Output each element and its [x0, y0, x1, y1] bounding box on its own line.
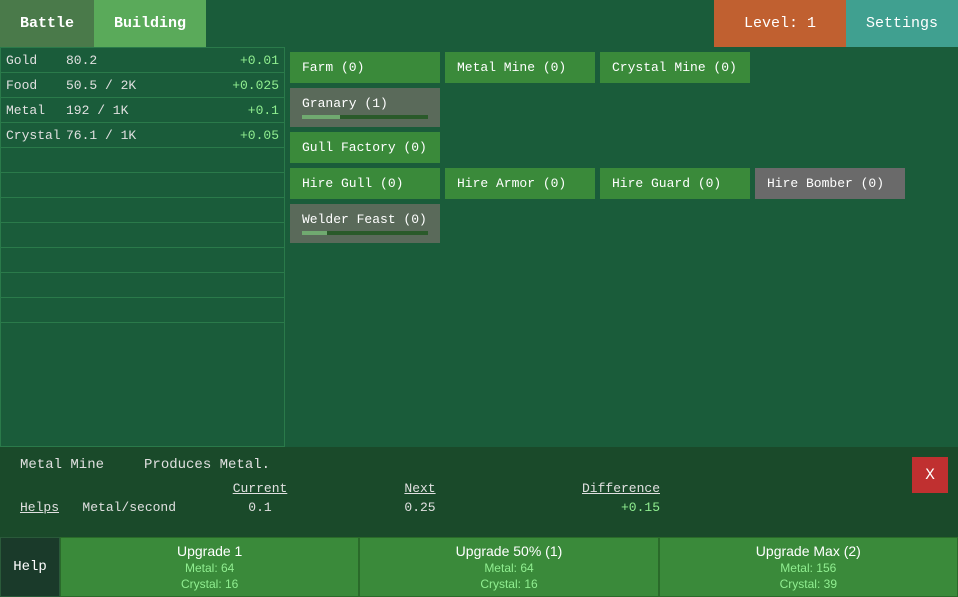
resource-empty-3	[1, 198, 284, 223]
granary-bar	[302, 115, 428, 119]
info-panel: X Metal Mine Produces Metal. Current Nex…	[0, 447, 958, 537]
stat-current: 0.1	[180, 500, 340, 515]
help-label: Help	[13, 559, 47, 575]
upgrade-50-label: Upgrade 50% (1)	[456, 543, 563, 559]
building-row-3: Gull Factory (0)	[290, 132, 953, 163]
hire-guard-label: Hire Guard (0)	[612, 176, 721, 191]
welder-feast-bar-fill	[302, 231, 327, 235]
resource-name-gold: Gold	[6, 53, 66, 68]
upgrade-max-cost-crystal: Crystal: 39	[780, 577, 837, 591]
info-title: Metal Mine	[20, 457, 104, 473]
resource-value-food: 50.5 / 2K	[66, 78, 219, 93]
tab-building[interactable]: Building	[94, 0, 206, 47]
upgrade-1-label: Upgrade 1	[177, 543, 242, 559]
building-row-5: Welder Feast (0)	[290, 204, 953, 243]
upgrade-1-cost-metal: Metal: 64	[185, 561, 234, 575]
upgrade-50-cost-crystal: Crystal: 16	[480, 577, 537, 591]
header: Battle Building Level: 1 Settings	[0, 0, 958, 47]
resource-empty-5	[1, 248, 284, 273]
welder-feast-button[interactable]: Welder Feast (0)	[290, 204, 440, 243]
stat-next: 0.25	[340, 500, 500, 515]
info-stats-row: Helps Metal/second 0.1 0.25 +0.15	[20, 500, 938, 515]
level-label: Level: 1	[744, 15, 816, 32]
metal-mine-label: Metal Mine (0)	[457, 60, 566, 75]
resource-value-metal: 192 / 1K	[66, 103, 219, 118]
col-helps-header	[20, 481, 180, 496]
crystal-mine-button[interactable]: Crystal Mine (0)	[600, 52, 750, 83]
settings-label: Settings	[866, 15, 938, 32]
stat-name: Metal/second	[82, 500, 176, 515]
resource-row-food: Food 50.5 / 2K +0.025	[1, 73, 284, 98]
upgrade-50-cost-metal: Metal: 64	[484, 561, 533, 575]
hire-gull-button[interactable]: Hire Gull (0)	[290, 168, 440, 199]
farm-button[interactable]: Farm (0)	[290, 52, 440, 83]
building-row-1: Farm (0) Metal Mine (0) Crystal Mine (0)	[290, 52, 953, 83]
upgrade-bar: Help Upgrade 1 Metal: 64 Crystal: 16 Upg…	[0, 537, 958, 597]
resource-row-gold: Gold 80.2 +0.01	[1, 48, 284, 73]
col-next-header: Next	[340, 481, 500, 496]
tab-battle[interactable]: Battle	[0, 0, 94, 47]
hire-armor-label: Hire Armor (0)	[457, 176, 566, 191]
info-helps: Helps Metal/second	[20, 500, 180, 515]
level-badge: Level: 1	[714, 0, 846, 47]
col-diff-header: Difference	[500, 481, 660, 496]
settings-button[interactable]: Settings	[846, 0, 958, 47]
granary-button[interactable]: Granary (1)	[290, 88, 440, 127]
hire-bomber-button[interactable]: Hire Bomber (0)	[755, 168, 905, 199]
close-info-button[interactable]: X	[912, 457, 948, 493]
gull-factory-label: Gull Factory (0)	[302, 140, 427, 155]
resource-name-food: Food	[6, 78, 66, 93]
resources-panel: Gold 80.2 +0.01 Food 50.5 / 2K +0.025 Me…	[0, 47, 285, 447]
stat-diff: +0.15	[500, 500, 660, 515]
tab-building-label: Building	[114, 15, 186, 32]
granary-label: Granary (1)	[302, 96, 428, 111]
info-stats-header: Current Next Difference	[20, 481, 938, 496]
resource-empty-2	[1, 173, 284, 198]
resource-empty-6	[1, 273, 284, 298]
hire-gull-label: Hire Gull (0)	[302, 176, 403, 191]
granary-bar-fill	[302, 115, 340, 119]
upgrade-50-button[interactable]: Upgrade 50% (1) Metal: 64 Crystal: 16	[359, 537, 658, 597]
hire-armor-button[interactable]: Hire Armor (0)	[445, 168, 595, 199]
upgrade-1-cost-crystal: Crystal: 16	[181, 577, 238, 591]
resource-rate-gold: +0.01	[219, 53, 279, 68]
resource-name-crystal: Crystal	[6, 128, 66, 143]
resource-value-gold: 80.2	[66, 53, 219, 68]
metal-mine-button[interactable]: Metal Mine (0)	[445, 52, 595, 83]
helps-link[interactable]: Helps	[20, 500, 59, 515]
resource-empty-7	[1, 298, 284, 323]
upgrade-max-button[interactable]: Upgrade Max (2) Metal: 156 Crystal: 39	[659, 537, 958, 597]
help-button[interactable]: Help	[0, 537, 60, 597]
col-current-header: Current	[180, 481, 340, 496]
farm-label: Farm (0)	[302, 60, 364, 75]
upgrade-max-cost-metal: Metal: 156	[780, 561, 836, 575]
resource-rate-crystal: +0.05	[219, 128, 279, 143]
resource-value-crystal: 76.1 / 1K	[66, 128, 219, 143]
resource-empty-1	[1, 148, 284, 173]
crystal-mine-label: Crystal Mine (0)	[612, 60, 737, 75]
building-row-2: Granary (1)	[290, 88, 953, 127]
buildings-panel: Farm (0) Metal Mine (0) Crystal Mine (0)…	[285, 47, 958, 447]
welder-feast-bar	[302, 231, 428, 235]
resource-rate-food: +0.025	[219, 78, 279, 93]
hire-bomber-label: Hire Bomber (0)	[767, 176, 884, 191]
tab-battle-label: Battle	[20, 15, 74, 32]
resource-rate-metal: +0.1	[219, 103, 279, 118]
upgrade-max-label: Upgrade Max (2)	[756, 543, 861, 559]
info-title-row: Metal Mine Produces Metal.	[20, 457, 938, 473]
resource-empty-4	[1, 223, 284, 248]
gull-factory-button[interactable]: Gull Factory (0)	[290, 132, 440, 163]
main-area: Gold 80.2 +0.01 Food 50.5 / 2K +0.025 Me…	[0, 47, 958, 447]
welder-feast-label: Welder Feast (0)	[302, 212, 428, 227]
building-row-4: Hire Gull (0) Hire Armor (0) Hire Guard …	[290, 168, 953, 199]
resource-name-metal: Metal	[6, 103, 66, 118]
resource-row-crystal: Crystal 76.1 / 1K +0.05	[1, 123, 284, 148]
upgrade-1-button[interactable]: Upgrade 1 Metal: 64 Crystal: 16	[60, 537, 359, 597]
close-icon: X	[925, 466, 935, 484]
resource-row-metal: Metal 192 / 1K +0.1	[1, 98, 284, 123]
header-spacer	[206, 0, 714, 47]
info-description: Produces Metal.	[144, 457, 270, 473]
hire-guard-button[interactable]: Hire Guard (0)	[600, 168, 750, 199]
